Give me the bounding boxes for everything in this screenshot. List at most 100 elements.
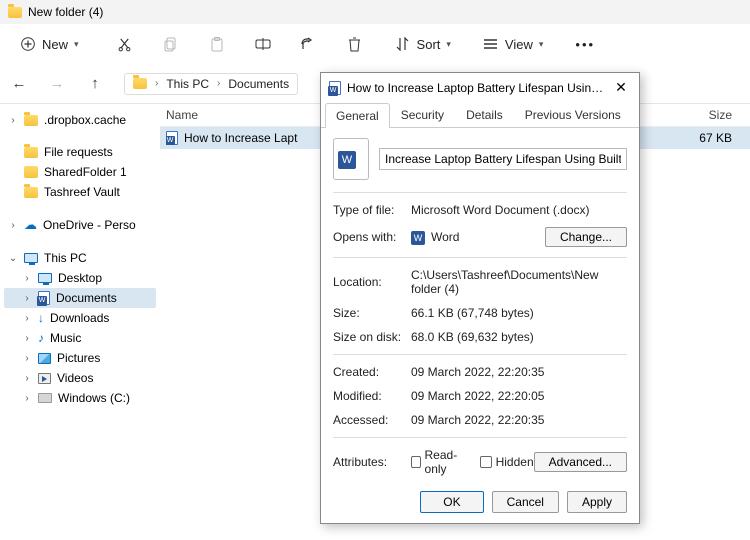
sidebar-item-documents[interactable]: › Documents (4, 288, 156, 308)
created-value: 09 March 2022, 22:20:35 (411, 365, 627, 379)
breadcrumb-seg[interactable]: This PC (166, 77, 209, 91)
sidebar-label: Tashreef Vault (44, 185, 120, 199)
chevron-right-icon: › (22, 293, 32, 304)
share-button[interactable] (297, 32, 321, 56)
cut-button[interactable] (113, 32, 137, 56)
chevron-right-icon: › (155, 78, 158, 89)
sidebar-item[interactable]: Tashreef Vault (4, 182, 156, 202)
rename-icon (255, 36, 271, 52)
apply-button[interactable]: Apply (567, 491, 627, 513)
tab-previous-versions[interactable]: Previous Versions (514, 102, 632, 127)
sidebar-item-drive-c[interactable]: ›Windows (C:) (4, 388, 156, 408)
attributes-label: Attributes: (333, 455, 411, 469)
accessed-value: 09 March 2022, 22:20:35 (411, 413, 627, 427)
tab-details[interactable]: Details (455, 102, 514, 127)
chevron-right-icon: › (8, 220, 18, 231)
sort-label: Sort (417, 37, 441, 52)
advanced-button[interactable]: Advanced... (534, 452, 627, 472)
sidebar-item-videos[interactable]: ›Videos (4, 368, 156, 388)
sidebar-item-downloads[interactable]: › ↓ Downloads (4, 308, 156, 328)
sidebar-item-music[interactable]: ›♪Music (4, 328, 156, 348)
forward-button[interactable]: → (48, 75, 66, 92)
chevron-down-icon: ▾ (74, 39, 79, 50)
column-size[interactable]: Size (664, 108, 744, 122)
tab-general[interactable]: General (325, 103, 390, 128)
sort-icon (395, 36, 411, 52)
window-title: New folder (4) (28, 5, 103, 19)
location-value: C:\Users\Tashreef\Documents\New folder (… (411, 268, 627, 296)
download-icon: ↓ (38, 311, 44, 325)
chevron-right-icon: › (22, 313, 32, 324)
filename-input[interactable] (379, 148, 627, 170)
sidebar-item-pictures[interactable]: › Pictures (4, 348, 156, 368)
delete-button[interactable] (343, 32, 367, 56)
cancel-button[interactable]: Cancel (492, 491, 559, 513)
chevron-right-icon: › (22, 273, 32, 284)
checkbox-icon (411, 456, 421, 468)
sidebar-label: Documents (56, 291, 117, 305)
view-label: View (505, 37, 533, 52)
breadcrumb-seg[interactable]: Documents (228, 77, 289, 91)
folder-icon (133, 78, 147, 89)
address-bar[interactable]: › This PC › Documents (124, 73, 298, 95)
new-button[interactable]: New ▾ (10, 32, 89, 56)
sidebar-item[interactable]: SharedFolder 1 (4, 162, 156, 182)
opens-with-value: WWord (411, 230, 545, 245)
monitor-icon (24, 253, 38, 263)
word-doc-icon (166, 131, 178, 145)
sidebar-item[interactable]: File requests (4, 142, 156, 162)
plus-icon (20, 36, 36, 52)
sidebar-label: Pictures (57, 351, 100, 365)
share-icon (301, 36, 317, 52)
chevron-down-icon: ▾ (539, 39, 544, 50)
sidebar-label: Videos (57, 371, 93, 385)
location-label: Location: (333, 275, 411, 289)
music-icon: ♪ (38, 331, 44, 345)
opens-with-label: Opens with: (333, 230, 411, 244)
view-button[interactable]: View ▾ (479, 32, 547, 56)
readonly-checkbox[interactable]: Read-only (411, 448, 466, 476)
close-button[interactable]: ✕ (611, 79, 631, 96)
dialog-titlebar[interactable]: How to Increase Laptop Battery Lifespan … (321, 73, 639, 102)
trash-icon (347, 36, 363, 52)
chevron-right-icon: › (8, 115, 18, 126)
hidden-checkbox[interactable]: Hidden (480, 455, 534, 469)
sidebar-item-thispc[interactable]: ⌄This PC (4, 248, 156, 268)
paste-icon (209, 36, 225, 52)
up-button[interactable]: ↑ (86, 75, 104, 92)
sidebar-item[interactable]: ›.dropbox.cache (4, 110, 156, 130)
chevron-right-icon: › (217, 78, 220, 89)
dialog-body: Type of file:Microsoft Word Document (.d… (321, 128, 639, 481)
checkbox-icon (480, 456, 492, 468)
navigation-pane: ›.dropbox.cache File requests SharedFold… (0, 104, 160, 540)
videos-icon (38, 373, 51, 384)
word-icon: W (411, 231, 425, 245)
chevron-down-icon: ▾ (446, 39, 451, 50)
type-label: Type of file: (333, 203, 411, 217)
type-value: Microsoft Word Document (.docx) (411, 203, 627, 217)
edit-group (113, 32, 367, 56)
sidebar-label: This PC (44, 251, 87, 265)
rename-button[interactable] (251, 32, 275, 56)
chevron-right-icon: › (22, 393, 32, 404)
copy-button[interactable] (159, 32, 183, 56)
dialog-tabs: General Security Details Previous Versio… (321, 102, 639, 128)
change-button[interactable]: Change... (545, 227, 627, 247)
more-icon: ••• (575, 37, 595, 52)
sidebar-item-onedrive[interactable]: ›☁OneDrive - Perso (4, 214, 156, 236)
ok-button[interactable]: OK (420, 491, 483, 513)
monitor-icon (38, 273, 52, 283)
paste-button[interactable] (205, 32, 229, 56)
back-button[interactable]: ← (10, 75, 28, 92)
more-button[interactable]: ••• (571, 33, 599, 56)
tab-security[interactable]: Security (390, 102, 455, 127)
sidebar-label: Desktop (58, 271, 102, 285)
accessed-label: Accessed: (333, 413, 411, 427)
sidebar-item-desktop[interactable]: › Desktop (4, 268, 156, 288)
chevron-right-icon: › (22, 353, 32, 364)
view-icon (483, 36, 499, 52)
modified-value: 09 March 2022, 22:20:05 (411, 389, 627, 403)
sidebar-label: Downloads (50, 311, 109, 325)
sort-button[interactable]: Sort ▾ (391, 32, 455, 56)
window-titlebar: New folder (4) (0, 0, 750, 24)
